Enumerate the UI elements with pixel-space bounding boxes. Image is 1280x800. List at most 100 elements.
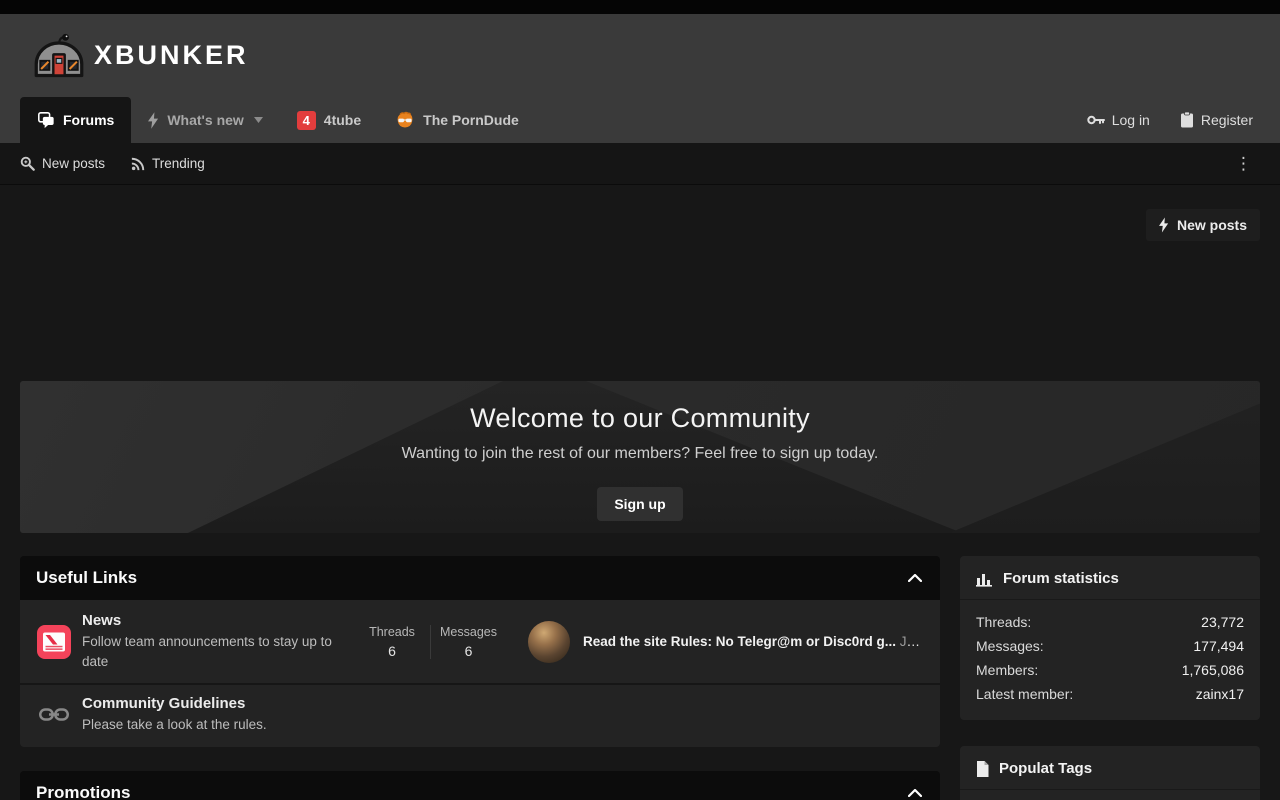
popular-tags-header: Populat Tags: [960, 746, 1260, 789]
side-block-title: Populat Tags: [999, 760, 1092, 777]
promotions-header[interactable]: Promotions: [20, 771, 940, 800]
forum-statistics-block: Forum statistics Threads: 23,772 Message…: [960, 556, 1260, 720]
tab-forums[interactable]: Forums: [20, 97, 131, 143]
search-icon: [20, 156, 35, 171]
stat-value: 1,765,086: [1182, 658, 1244, 682]
node-description: Please take a look at the rules.: [82, 715, 340, 735]
threads-stat: Threads 6: [354, 625, 430, 659]
node-title[interactable]: Community Guidelines: [82, 695, 340, 712]
tab-label: 4tube: [324, 112, 361, 128]
stat-label: Messages:: [976, 634, 1044, 658]
stat-label: Latest member:: [976, 682, 1073, 706]
register-label: Register: [1201, 112, 1253, 128]
new-posts-button[interactable]: New posts: [1146, 209, 1260, 241]
chevron-up-icon[interactable]: [908, 574, 922, 582]
clipboard-icon: [1180, 112, 1194, 128]
messages-stat: Messages 6: [430, 625, 506, 659]
forum-page: XBUNKER Forums: [0, 0, 1280, 800]
subnav-label: Trending: [152, 156, 205, 171]
site-header: XBUNKER Forums: [0, 14, 1280, 143]
latest-post-meta: Jun 5, 2024 · ...: [900, 634, 924, 649]
porndude-face-icon: [395, 110, 415, 130]
forum-statistics-header: Forum statistics: [960, 556, 1260, 599]
4tube-badge-icon: 4: [297, 111, 316, 130]
key-icon: [1087, 114, 1105, 126]
stat-value: 6: [354, 643, 430, 659]
stat-row-latest-member: Latest member: zainx17: [976, 682, 1244, 706]
tab-label: The PornDude: [423, 112, 519, 128]
guidelines-node-row: Community Guidelines Please take a look …: [20, 683, 940, 747]
content-columns: Useful Links: [20, 556, 1260, 800]
side-block-title: Forum statistics: [1003, 570, 1119, 587]
subnav: New posts Trending ⋮: [0, 143, 1280, 185]
sidebar: Forum statistics Threads: 23,772 Message…: [960, 556, 1260, 800]
stat-value: 23,772: [1201, 610, 1244, 634]
logo-row: XBUNKER: [0, 14, 1280, 97]
lightning-icon: [1159, 217, 1169, 233]
tab-whats-new[interactable]: What's new: [131, 97, 279, 143]
speech-bubbles-icon: [37, 111, 55, 129]
banner-title: Welcome to our Community: [470, 403, 810, 434]
actions-row: New posts: [20, 185, 1260, 241]
subnav-trending[interactable]: Trending: [131, 156, 205, 171]
news-node-row: News Follow team announcements to stay u…: [20, 600, 940, 683]
auth-links: Log in Register: [1087, 97, 1253, 143]
stat-label: Messages: [431, 625, 506, 639]
tab-label: Forums: [63, 112, 114, 128]
main-column: Useful Links: [20, 556, 940, 800]
stat-label: Threads:: [976, 610, 1031, 634]
stat-row-messages: Messages: 177,494: [976, 634, 1244, 658]
tag-cloud-clipped: [960, 790, 1260, 800]
stat-label: Threads: [354, 625, 430, 639]
sign-up-button[interactable]: Sign up: [597, 487, 682, 521]
stat-value: 177,494: [1193, 634, 1244, 658]
useful-links-block: Useful Links: [20, 556, 940, 747]
promotions-block: Promotions: [20, 771, 940, 800]
stat-label: Members:: [976, 658, 1038, 682]
subnav-label: New posts: [42, 156, 105, 171]
node-stats: Threads 6 Messages 6: [354, 625, 506, 659]
chevron-down-icon: [254, 117, 263, 123]
tab-porndude[interactable]: The PornDude: [378, 97, 536, 143]
chevron-up-icon[interactable]: [908, 789, 922, 797]
new-posts-label: New posts: [1177, 217, 1247, 233]
document-icon: [976, 761, 989, 777]
banner-subtitle: Wanting to join the rest of our members?…: [402, 445, 879, 463]
welcome-banner: Welcome to our Community Wanting to join…: [20, 381, 1260, 533]
tab-label: What's new: [167, 112, 243, 128]
guidelines-node-info: Community Guidelines Please take a look …: [82, 695, 340, 735]
kebab-menu-icon[interactable]: ⋮: [1227, 151, 1260, 176]
bar-chart-icon: [976, 571, 993, 587]
subnav-new-posts[interactable]: New posts: [20, 156, 105, 171]
link-icon[interactable]: [36, 707, 72, 722]
brand-name[interactable]: XBUNKER: [94, 40, 249, 71]
latest-post: Read the site Rules: No Telegr@m or Disc…: [528, 621, 924, 663]
login-link[interactable]: Log in: [1087, 112, 1150, 128]
stat-row-threads: Threads: 23,772: [976, 610, 1244, 634]
top-strip: [0, 0, 1280, 14]
latest-post-title[interactable]: Read the site Rules: No Telegr@m or Disc…: [583, 634, 896, 649]
lightning-icon: [148, 112, 159, 129]
node-title[interactable]: News: [82, 612, 340, 629]
latest-post-text: Read the site Rules: No Telegr@m or Disc…: [583, 634, 924, 649]
news-icon[interactable]: [36, 624, 72, 660]
register-link[interactable]: Register: [1180, 112, 1253, 128]
tab-4tube[interactable]: 4 4tube: [280, 97, 378, 143]
avatar[interactable]: [528, 621, 570, 663]
login-label: Log in: [1112, 112, 1150, 128]
stat-value[interactable]: zainx17: [1196, 682, 1244, 706]
stat-value: 6: [431, 643, 506, 659]
block-title: Promotions: [36, 783, 130, 800]
block-title: Useful Links: [36, 568, 137, 588]
page-content: New posts Welcome to our Community Wanti…: [0, 185, 1280, 800]
popular-tags-block: Populat Tags: [960, 746, 1260, 800]
node-description: Follow team announcements to stay up to …: [82, 632, 340, 671]
stat-row-members: Members: 1,765,086: [976, 658, 1244, 682]
useful-links-header[interactable]: Useful Links: [20, 556, 940, 600]
news-node-info: News Follow team announcements to stay u…: [82, 612, 340, 671]
bunker-logo-icon[interactable]: [33, 33, 85, 79]
forum-statistics-body: Threads: 23,772 Messages: 177,494 Member…: [960, 600, 1260, 720]
rss-icon: [131, 157, 145, 171]
main-nav: Forums What's new 4 4tube: [0, 97, 1280, 143]
nav-tabs: Forums What's new 4 4tube: [20, 97, 536, 143]
